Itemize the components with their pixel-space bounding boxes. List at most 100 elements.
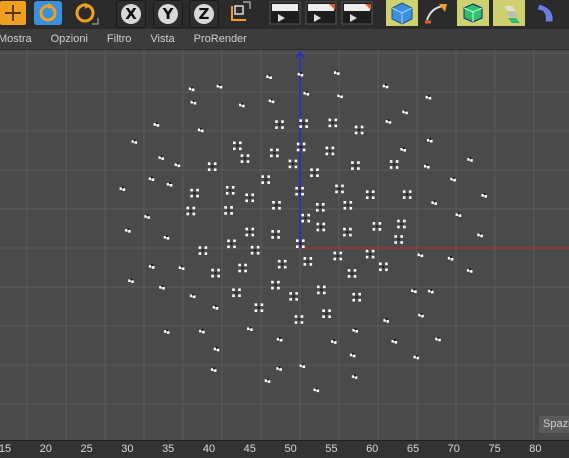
vertex-point xyxy=(371,255,375,259)
render-settings-button[interactable] xyxy=(340,0,374,26)
vertex-point xyxy=(469,268,471,271)
point-cluster xyxy=(245,193,254,203)
vertex-point xyxy=(300,315,304,318)
z-axis-lock-button[interactable]: Z xyxy=(189,0,219,28)
timeline-tick-label: 20 xyxy=(39,443,52,455)
vertex-point xyxy=(413,288,416,291)
vertex-point xyxy=(429,138,431,140)
scale-tool-button[interactable] xyxy=(70,0,100,26)
point-cluster xyxy=(232,288,241,297)
vertex-point xyxy=(402,196,406,199)
point-cluster xyxy=(428,289,434,294)
vertex-point xyxy=(233,239,236,243)
point-cluster xyxy=(211,268,220,278)
vertex-point xyxy=(306,260,309,263)
point-cluster xyxy=(372,222,382,231)
vertex-point xyxy=(225,192,229,195)
cube-primitive-button[interactable] xyxy=(386,0,418,26)
vertex-point xyxy=(343,227,346,231)
vertex-point xyxy=(426,164,428,166)
viewport-canvas[interactable] xyxy=(0,50,569,440)
vertex-point xyxy=(281,126,284,129)
menu-filtro[interactable]: Filtro xyxy=(107,33,131,45)
vertex-point xyxy=(240,160,244,163)
subdivision-generator-button[interactable] xyxy=(457,0,489,26)
vertex-point xyxy=(328,118,332,122)
vertex-point xyxy=(403,149,406,152)
render-picture-viewer-icon xyxy=(305,1,337,25)
vertex-point xyxy=(238,263,241,267)
menu-opzioni[interactable]: Opzioni xyxy=(51,33,88,45)
vertex-point xyxy=(320,289,323,291)
vertex-point xyxy=(169,182,171,184)
vertex-point xyxy=(283,265,287,269)
vertex-point xyxy=(323,285,326,289)
menu-mostra[interactable]: Mostra xyxy=(0,33,32,45)
vertex-point xyxy=(261,181,264,184)
vertex-point xyxy=(279,337,281,339)
point-cluster xyxy=(216,84,223,89)
vertex-point xyxy=(292,295,295,298)
point-cluster xyxy=(424,164,430,169)
point-cluster xyxy=(247,326,253,331)
vertex-point xyxy=(244,157,246,160)
deformer-icon xyxy=(536,3,554,23)
move-tool-button[interactable] xyxy=(0,0,26,26)
x-axis-lock-button[interactable]: X xyxy=(116,0,146,28)
vertex-point xyxy=(240,154,244,157)
vertex-point xyxy=(371,249,375,253)
vertex-point xyxy=(339,251,343,255)
vertex-point xyxy=(302,142,306,146)
vertex-point xyxy=(270,154,273,158)
pen-spline-button[interactable] xyxy=(420,0,452,26)
vertex-point xyxy=(250,328,253,331)
vertex-point xyxy=(254,309,258,312)
cloner-button[interactable] xyxy=(493,0,525,26)
vertex-point xyxy=(431,290,434,294)
menu-vista[interactable]: Vista xyxy=(150,33,174,45)
vertex-point xyxy=(294,165,298,169)
timeline-tick-label: 25 xyxy=(80,443,93,455)
vertex-point xyxy=(303,263,307,266)
vertex-point xyxy=(334,118,338,122)
render-picture-viewer-button[interactable] xyxy=(304,0,338,26)
3d-viewport[interactable] xyxy=(0,50,569,440)
vertex-point xyxy=(333,251,337,255)
point-cluster xyxy=(402,109,408,115)
vertex-point xyxy=(241,102,243,105)
vertex-point xyxy=(248,196,251,199)
vertex-point xyxy=(316,389,320,393)
render-settings-icon xyxy=(341,1,373,25)
vertex-point xyxy=(480,234,483,238)
vertex-point xyxy=(354,374,356,377)
vertex-point xyxy=(121,186,124,189)
vertex-point xyxy=(267,175,270,178)
vertex-point xyxy=(299,125,302,128)
point-cluster xyxy=(178,265,185,270)
vertex-point xyxy=(483,193,486,195)
vertex-point xyxy=(278,123,281,126)
vertex-point xyxy=(250,251,254,255)
vertex-point xyxy=(271,236,274,239)
vertex-point xyxy=(276,154,279,158)
vertex-point xyxy=(278,201,281,204)
rotate-tool-button[interactable] xyxy=(33,0,63,26)
point-cluster xyxy=(328,118,338,128)
menu-prorender[interactable]: ProRender xyxy=(194,33,247,45)
vertex-point xyxy=(299,72,302,74)
vertex-point xyxy=(218,84,221,86)
vertex-point xyxy=(354,328,357,330)
render-view-button[interactable] xyxy=(268,0,302,26)
vertex-point xyxy=(393,339,396,341)
vertex-point xyxy=(166,237,170,240)
point-cluster xyxy=(316,222,326,232)
y-axis-lock-button[interactable]: Y xyxy=(153,0,183,28)
vertex-point xyxy=(238,269,241,273)
vertex-point xyxy=(233,245,236,249)
vertex-point xyxy=(294,321,298,324)
point-cluster xyxy=(250,245,260,255)
deformer-button[interactable] xyxy=(533,0,569,26)
vertex-point xyxy=(191,88,195,92)
timeline-ruler[interactable]: 15 20 25 30 35 40 45 50 55 60 65 70 75 80 xyxy=(0,440,569,458)
coordinate-system-button[interactable] xyxy=(226,0,254,26)
